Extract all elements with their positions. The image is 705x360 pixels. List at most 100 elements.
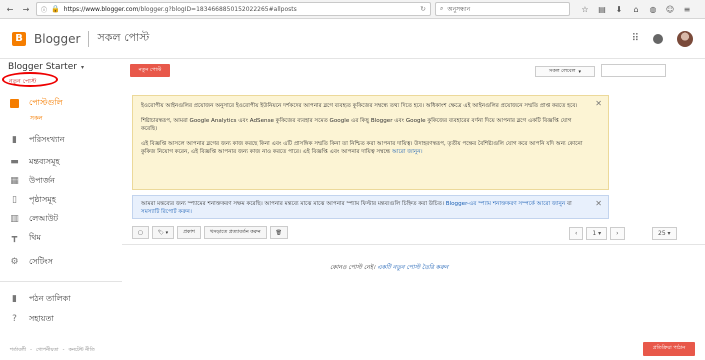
all-labels-label: সকল লেবেল — [549, 67, 576, 74]
app-name[interactable]: Blogger — [34, 32, 80, 46]
avatar[interactable] — [677, 30, 693, 47]
menu-icon[interactable]: ≡ — [682, 5, 692, 14]
empty-state-text: কোনও পোস্ট নেই। — [330, 264, 376, 271]
blog-selector[interactable]: Blogger Starter ▾ — [8, 62, 84, 72]
sidebar-item-layout[interactable]: ▥ লেআউট — [0, 211, 122, 227]
browser-toolbar: ← → ⓘ 🔒 https://www.blogger.com/blogger.… — [0, 0, 705, 19]
sidebar-item-settings[interactable]: ⚙ সেটিংস — [0, 254, 122, 270]
sidebar-item-label: পৃষ্ঠাসমূহ — [29, 194, 56, 204]
bookmark-star-icon[interactable]: ☆ — [580, 5, 590, 14]
new-post-button[interactable]: নতুন পোস্ট — [130, 64, 170, 77]
pagination: ‹ 1 ▾ › — [569, 227, 625, 240]
rows-per-page-select[interactable]: 25 ▾ — [652, 227, 677, 240]
browser-search-input[interactable]: ⌕ অনুসন্ধান — [435, 2, 570, 16]
url-host: https://www.blogger.com — [63, 5, 139, 13]
select-all-checkbox[interactable]: ▢ — [132, 226, 149, 239]
report-problem-link[interactable]: সমস্যাটি রিপোর্ট করুন। — [141, 209, 192, 215]
footer-link-terms[interactable]: শর্তাবলী — [10, 347, 26, 355]
delete-icon[interactable]: 🗑 — [269, 226, 288, 239]
cookie-notice: ✕ ইওরোপীয় আইনগুলির প্রয়োজন অনুসারে ইওর… — [132, 95, 609, 190]
sidebar-item-label: সহায়তা — [29, 313, 54, 323]
empty-state: কোনও পোস্ট নেই। একটি নতুন পোস্ট তৈরি করু… — [330, 262, 448, 273]
lock-icon: 🔒 — [51, 5, 60, 13]
sidebar-item-stats[interactable]: ▮ পরিসংখ্যান — [0, 132, 122, 148]
forward-icon[interactable]: → — [20, 3, 32, 15]
settings-icon: ⚙ — [10, 257, 19, 267]
sidebar-item-reading-list[interactable]: ▮ পঠন তালিকা — [0, 291, 122, 307]
footer-links: শর্তাবলী - গোপনীয়তা - কনটেন্ট নীতি — [10, 347, 95, 355]
blog-name: Blogger Starter — [8, 62, 77, 72]
sidebar-subitem-all[interactable]: সকল — [30, 113, 43, 124]
sidebar-item-label: পোস্টগুলি — [29, 97, 63, 107]
label-dropdown[interactable]: 🏷 ▾ — [151, 226, 175, 239]
footer-link-privacy[interactable]: গোপনীয়তা — [36, 347, 59, 355]
info-icon[interactable]: ⓘ — [41, 5, 47, 14]
sidebar-item-earnings[interactable]: ▦ উপার্জন — [0, 173, 122, 189]
sidebar-item-theme[interactable]: ┳ থিম — [0, 230, 122, 246]
chevron-down-icon: ▾ — [578, 68, 581, 75]
bookmarks-list-icon[interactable]: ▤ — [597, 5, 607, 14]
apps-grid-icon[interactable]: ⠿ — [632, 33, 639, 44]
sidebar-item-label: উপার্জন — [29, 175, 55, 185]
footer-link-content-policy[interactable]: কনটেন্ট নীতি — [68, 347, 94, 355]
create-post-link[interactable]: একটি নতুন পোস্ট তৈরি করুন — [377, 264, 448, 271]
sidebar-divider — [0, 281, 122, 282]
search-icon: ⌕ — [440, 5, 444, 12]
posts-icon — [10, 98, 19, 108]
smiley-icon[interactable]: ☺ — [665, 5, 675, 14]
red-highlight-circle — [2, 72, 58, 87]
address-bar[interactable]: ⓘ 🔒 https://www.blogger.com/blogger.g?bl… — [36, 2, 431, 16]
sidebar-item-label: সেটিংস — [29, 256, 53, 266]
spam-learn-more-link[interactable]: Blogger-এর স্প্যাম শনাক্তকরণ সম্পর্কে আর… — [446, 201, 566, 207]
sidebar-item-help[interactable]: ? সহায়তা — [0, 311, 122, 327]
main-content: নতুন পোস্ট সকল লেবেল ▾ ✕ ইওরোপীয় আইনগুল… — [122, 59, 705, 360]
page-title: সকল পোস্ট — [97, 31, 150, 44]
learn-more-link[interactable]: আরো জানুন। — [392, 149, 423, 155]
help-icon: ? — [12, 314, 17, 324]
notifications-icon[interactable] — [653, 33, 663, 44]
divider — [122, 244, 705, 245]
back-icon[interactable]: ← — [4, 3, 16, 15]
send-feedback-button[interactable]: প্রতিক্রিয়া পাঠান — [643, 342, 695, 356]
spam-notice: ✕ আমরা মন্তব্যের জন্য স্প্যামের শনাক্তকর… — [132, 195, 609, 219]
url-path: /blogger.g?blogID=1834668850152022265#al… — [138, 5, 297, 13]
cookie-notice-p2: শিষ্টাচারস্বরূপ, আমরা Google Analytics এ… — [141, 118, 572, 132]
sidebar-item-label: থিম — [29, 232, 41, 242]
header-divider — [88, 30, 90, 47]
cookie-notice-p3: এই বিজ্ঞপ্তি আসলে আপনার ব্লগের জন্য কাজ … — [141, 141, 583, 155]
theme-icon: ┳ — [11, 233, 18, 243]
sidebar: Blogger Starter ▾ নতুন পোস্ট পোস্টগুলি সক… — [0, 59, 122, 360]
stats-icon: ▮ — [12, 135, 17, 145]
download-icon[interactable]: ⬇ — [614, 5, 624, 14]
reload-icon[interactable]: ↻ — [420, 5, 426, 13]
next-page-button[interactable]: › — [610, 227, 625, 240]
page-select[interactable]: 1 ▾ — [586, 227, 608, 240]
sidebar-item-comments[interactable]: ▬ মন্তব্যসমূহ — [0, 154, 122, 170]
home-icon[interactable]: ⌂ — [631, 5, 641, 14]
posts-toolbar: ▢ 🏷 ▾ প্রকাশ খসড়াতে প্রত্যাবর্তন করুন 🗑 — [132, 226, 288, 239]
reading-list-icon: ▮ — [12, 294, 17, 304]
sidebar-item-label: লেআউট — [29, 213, 59, 223]
blogger-header: B Blogger সকল পোস্ট ⠿ — [0, 19, 705, 59]
close-icon[interactable]: ✕ — [595, 100, 602, 108]
close-icon[interactable]: ✕ — [595, 200, 602, 208]
all-labels-dropdown[interactable]: সকল লেবেল ▾ — [535, 66, 595, 77]
sidebar-item-pages[interactable]: ▯ পৃষ্ঠাসমূহ — [0, 192, 122, 208]
pocket-icon[interactable]: ◍ — [648, 5, 658, 14]
posts-search-input[interactable] — [601, 64, 666, 77]
comments-icon: ▬ — [10, 157, 19, 167]
sidebar-item-label: পরিসংখ্যান — [29, 134, 65, 144]
pages-icon: ▯ — [12, 195, 17, 205]
search-placeholder: অনুসন্ধান — [447, 5, 471, 13]
spam-notice-or: বা — [567, 201, 572, 207]
sidebar-item-posts[interactable]: পোস্টগুলি — [0, 95, 122, 111]
chevron-down-icon: ▾ — [80, 64, 84, 71]
blogger-logo-icon[interactable]: B — [12, 31, 26, 46]
sidebar-item-label: মন্তব্যসমূহ — [29, 156, 60, 166]
publish-button[interactable]: প্রকাশ — [177, 226, 201, 239]
prev-page-button[interactable]: ‹ — [569, 227, 584, 240]
earnings-icon: ▦ — [10, 176, 19, 186]
cookie-notice-p1: ইওরোপীয় আইনগুলির প্রয়োজন অনুসারে ইওরোপ… — [141, 103, 578, 109]
layout-icon: ▥ — [10, 214, 19, 224]
revert-draft-button[interactable]: খসড়াতে প্রত্যাবর্তন করুন — [203, 226, 267, 239]
